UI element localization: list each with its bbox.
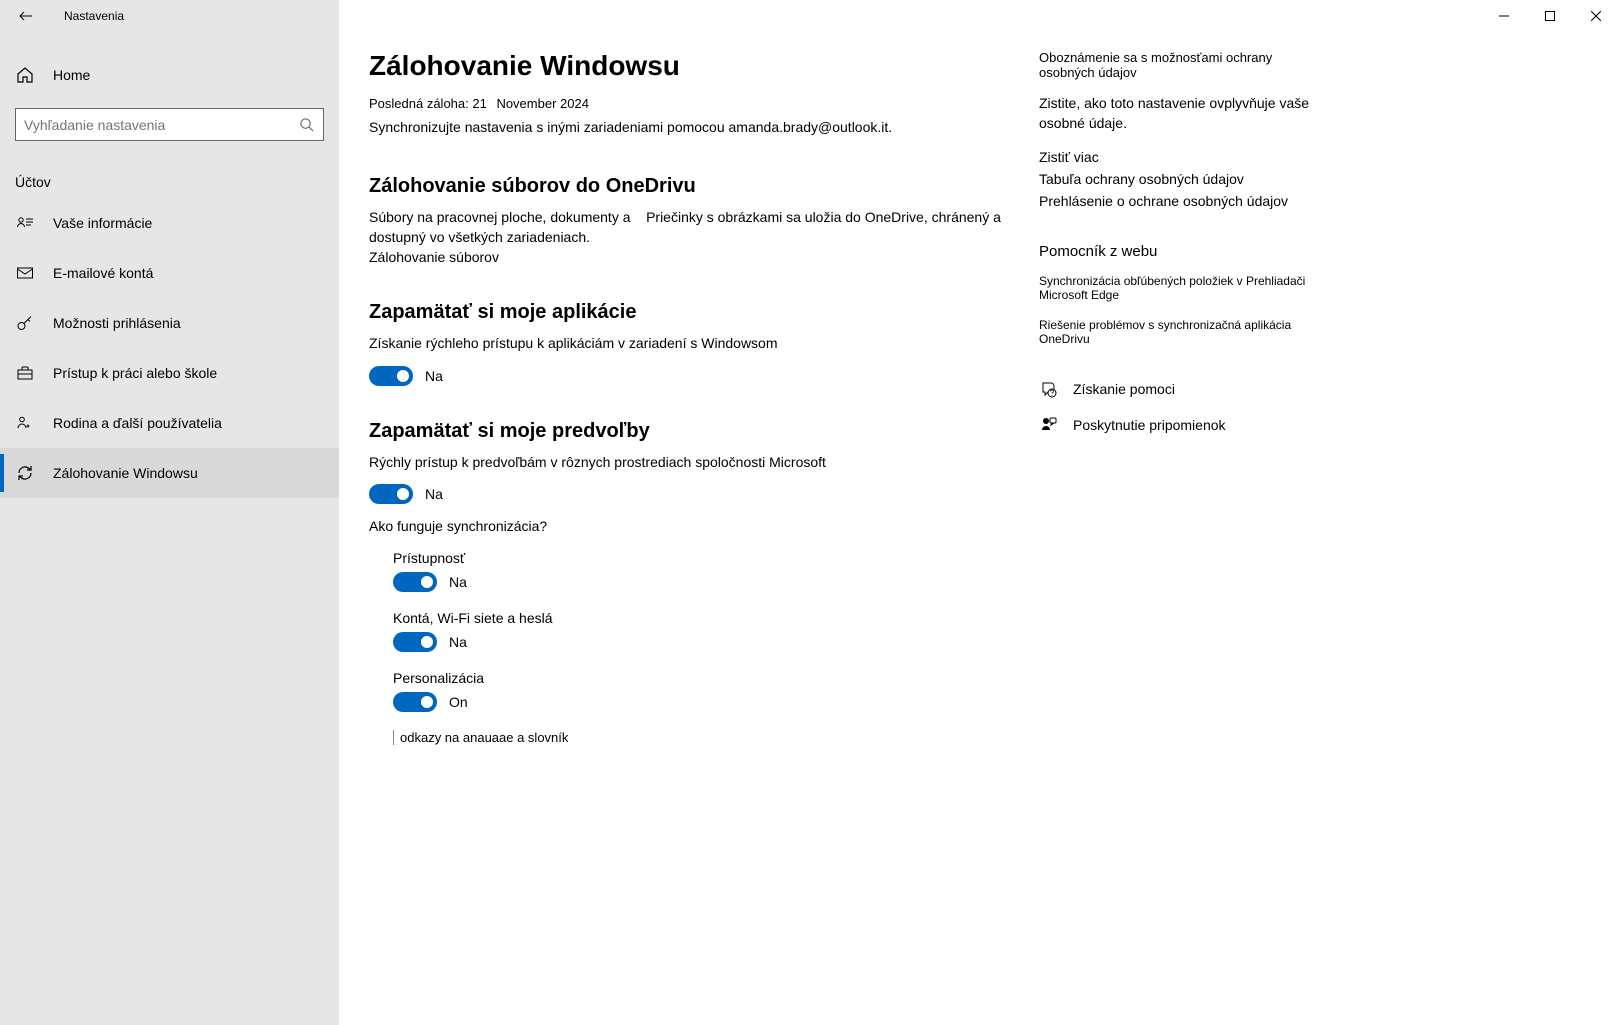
feedback-icon (1039, 416, 1059, 434)
maximize-icon (1545, 11, 1555, 21)
briefcase-icon (15, 364, 35, 382)
apps-title: Zapamätať si moje aplikácie (369, 301, 1009, 324)
nav-item-your-info[interactable]: Vaše informácie (0, 198, 339, 248)
search-icon (299, 117, 315, 133)
arrow-left-icon (18, 8, 34, 24)
key-icon (15, 314, 35, 332)
app-title: Nastavenia (64, 9, 124, 23)
language-dictionary: odkazy na anauaae a slovník (393, 730, 1009, 745)
search-box[interactable] (15, 108, 324, 141)
minimize-button[interactable] (1481, 0, 1527, 32)
prefs-section: Zapamätať si moje predvoľby Rýchly príst… (369, 420, 1009, 746)
main-area: Zálohovanie Windowsu Posledná záloha: 21… (339, 0, 1619, 1025)
apps-toggle[interactable] (369, 366, 413, 386)
nav-label: Zálohovanie Windowsu (53, 465, 198, 481)
sub-pref-personalization: Personalizácia On (393, 670, 1009, 712)
mail-icon (15, 264, 35, 282)
sub-label: Personalizácia (393, 670, 1009, 686)
nav-label: Prístup k práci alebo škole (53, 365, 217, 381)
feedback-button[interactable]: Poskytnutie pripomienok (1039, 416, 1329, 434)
nav-item-signin[interactable]: Možnosti prihlásenia (0, 298, 339, 348)
sub-pref-accessibility: Prístupnosť Na (393, 550, 1009, 592)
privacy-desc: Zistite, ako toto nastavenie ovplyvňuje … (1039, 94, 1329, 133)
nav-label: Možnosti prihlásenia (53, 315, 181, 331)
home-icon (15, 66, 35, 84)
get-help-button[interactable]: Získanie pomoci (1039, 380, 1329, 398)
last-backup-label: Posledná záloha: 21 (369, 96, 487, 111)
nav-label: Vaše informácie (53, 215, 152, 231)
right-panel: Oboznámenie sa s možnosťami ochrany osob… (1039, 0, 1349, 1025)
accessibility-toggle[interactable] (393, 572, 437, 592)
nav-item-work-school[interactable]: Prístup k práci alebo škole (0, 348, 339, 398)
feedback-label: Poskytnutie pripomienok (1073, 417, 1226, 433)
privacy-link-dashboard[interactable]: Tabuľa ochrany osobných údajov (1039, 171, 1329, 187)
apps-section: Zapamätať si moje aplikácie Získanie rýc… (369, 301, 1009, 386)
how-sync-link[interactable]: Ako funguje synchronizácia? (369, 518, 1009, 534)
last-backup-date: November 2024 (496, 96, 589, 111)
back-button[interactable] (10, 0, 42, 32)
nav-item-backup[interactable]: Zálohovanie Windowsu (0, 448, 339, 498)
sync-description: Synchronizujte nastavenia s inými zariad… (369, 119, 1009, 135)
privacy-section: Oboznámenie sa s možnosťami ochrany osob… (1039, 50, 1329, 209)
get-help-label: Získanie pomoci (1073, 381, 1175, 397)
sub-label: Kontá, Wi-Fi siete a heslá (393, 610, 1009, 626)
home-button[interactable]: Home (0, 50, 339, 100)
person-card-icon (15, 214, 35, 232)
last-backup: Posledná záloha: 21 November 2024 (369, 96, 1009, 111)
prefs-toggle-state: Na (425, 486, 443, 502)
nav-item-family[interactable]: Rodina a ďalší používatelia (0, 398, 339, 448)
sub-pref-accounts: Kontá, Wi-Fi siete a heslá Na (393, 610, 1009, 652)
sync-icon (15, 464, 35, 482)
accessibility-toggle-state: Na (449, 574, 467, 590)
help-icon (1039, 380, 1059, 398)
nav-item-email[interactable]: E-mailové kontá (0, 248, 339, 298)
prefs-title: Zapamätať si moje predvoľby (369, 420, 1009, 443)
web-help-title: Pomocník z webu (1039, 243, 1329, 260)
onedrive-title: Zálohovanie súborov do OneDrivu (369, 175, 1009, 198)
sidebar: Nastavenia Home Účtov Vaše informácie E-… (0, 0, 339, 1025)
privacy-link-more[interactable]: Zistiť viac (1039, 149, 1329, 165)
file-backup-link[interactable]: Zálohovanie súborov (369, 249, 1009, 265)
maximize-button[interactable] (1527, 0, 1573, 32)
minimize-icon (1499, 11, 1509, 21)
privacy-link-statement[interactable]: Prehlásenie o ochrane osobných údajov (1039, 193, 1329, 209)
apps-desc: Získanie rýchleho prístupu k aplikáciám … (369, 334, 1009, 354)
close-button[interactable] (1573, 0, 1619, 32)
section-label-accounts: Účtov (15, 174, 324, 190)
titlebar: Nastavenia (0, 0, 339, 32)
apps-toggle-state: Na (425, 368, 443, 384)
onedrive-desc: Súbory na pracovnej ploche, dokumenty a … (369, 208, 1009, 247)
nav-label: Rodina a ďalší používatelia (53, 415, 222, 431)
privacy-title: Oboznámenie sa s možnosťami ochrany osob… (1039, 50, 1329, 80)
personalization-toggle[interactable] (393, 692, 437, 712)
accounts-toggle[interactable] (393, 632, 437, 652)
search-wrapper (15, 108, 324, 141)
window-controls (1481, 0, 1619, 32)
web-help-edge[interactable]: Synchronizácia obľúbených položiek v Pre… (1039, 274, 1329, 302)
home-label: Home (53, 67, 90, 83)
close-icon (1591, 11, 1601, 21)
people-icon (15, 414, 35, 432)
search-input[interactable] (24, 117, 299, 133)
page-title: Zálohovanie Windowsu (369, 50, 1009, 82)
nav-label: E-mailové kontá (53, 265, 153, 281)
accounts-toggle-state: Na (449, 634, 467, 650)
web-help-section: Pomocník z webu Synchronizácia obľúbenýc… (1039, 243, 1329, 346)
personalization-toggle-state: On (449, 694, 468, 710)
onedrive-section: Zálohovanie súborov do OneDrivu Súbory n… (369, 175, 1009, 265)
prefs-desc: Rýchly prístup k predvoľbám v rôznych pr… (369, 453, 1009, 473)
prefs-toggle[interactable] (369, 484, 413, 504)
content: Zálohovanie Windowsu Posledná záloha: 21… (339, 0, 1039, 1025)
sub-label: Prístupnosť (393, 550, 1009, 566)
web-help-onedrive[interactable]: Riešenie problémov s synchronizačná apli… (1039, 318, 1329, 346)
